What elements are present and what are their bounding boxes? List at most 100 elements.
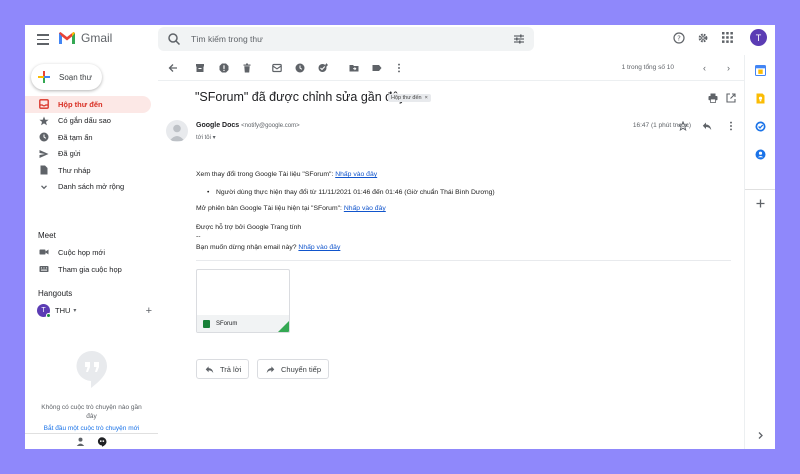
no-chats-panel: Không có cuộc trò chuyện nào gần đây Bắt… xyxy=(25,350,158,432)
tasks-icon[interactable] xyxy=(755,121,766,132)
clock-icon xyxy=(39,132,49,142)
add-chat-icon[interactable]: + xyxy=(146,305,152,317)
search-options-icon[interactable] xyxy=(513,33,525,45)
unsubscribe-link[interactable]: Nhấp vào đây xyxy=(298,244,340,251)
sidebar-item-snoozed[interactable]: Đã tạm ẩn xyxy=(25,129,151,146)
reply-label: Trả lời xyxy=(220,364,242,374)
gmail-window: Gmail Tìm kiếm trong thư ? T Soạn thư Hộ… xyxy=(25,25,775,449)
rail-divider xyxy=(745,189,775,190)
body-text: Xem thay đổi trong Google Tài liệu "SFor… xyxy=(196,171,336,178)
online-status-dot xyxy=(46,313,51,318)
start-chat-link[interactable]: Bắt đầu một cuộc trò chuyện mới xyxy=(25,425,158,432)
pager-text: 1 trong tổng số 10 xyxy=(621,64,674,71)
hangouts-icon[interactable] xyxy=(97,436,107,447)
delete-trash-icon[interactable] xyxy=(242,63,252,73)
attachment-footer: SForum xyxy=(197,315,289,332)
star-icon[interactable] xyxy=(678,121,688,131)
send-icon xyxy=(39,149,49,159)
nav-list: Hộp thư đến Có gắn dấu sao Đã tạm ẩn Đã … xyxy=(25,96,151,195)
chevron-right-icon[interactable]: › xyxy=(727,63,730,73)
caret-down-icon[interactable]: ▾ xyxy=(213,135,216,141)
hangouts-section-title: Hangouts xyxy=(38,289,73,298)
body-line-view-changes: Xem thay đổi trong Google Tài liệu "SFor… xyxy=(196,171,377,178)
compose-label: Soạn thư xyxy=(59,72,92,82)
hangouts-user-avatar: T xyxy=(37,304,51,318)
caret-down-icon[interactable]: ▾ xyxy=(73,307,76,314)
move-to-folder-icon[interactable] xyxy=(349,63,359,73)
chevron-right-icon[interactable] xyxy=(755,430,766,441)
contacts-icon[interactable] xyxy=(755,149,766,160)
calendar-icon[interactable] xyxy=(755,65,766,76)
gmail-logo[interactable]: Gmail xyxy=(58,31,112,45)
print-icon[interactable] xyxy=(708,93,718,103)
meet-join-meeting[interactable]: Tham gia cuộc họp xyxy=(25,261,151,277)
person-icon[interactable] xyxy=(76,437,85,446)
top-right-actions: ? T xyxy=(672,29,767,46)
more-vert-icon[interactable] xyxy=(394,63,404,73)
inbox-label-chip[interactable]: Hộp thư đến × xyxy=(388,94,431,102)
signature-separator: -- xyxy=(196,233,201,240)
compose-button[interactable]: Soạn thư xyxy=(31,64,102,90)
account-avatar[interactable]: T xyxy=(750,29,767,46)
mark-unread-icon[interactable] xyxy=(272,63,282,73)
message-toolbar: 1 trong tổng số 10 ‹ › xyxy=(158,55,744,81)
forward-button[interactable]: Chuyển tiếp xyxy=(257,359,329,379)
sidebar-item-label: Hộp thư đến xyxy=(58,99,103,109)
body-text: Mở phiên bản Google Tài liệu hiện tại "S… xyxy=(196,205,344,212)
sender-email: <notify@google.com> xyxy=(241,123,300,129)
reply-icon[interactable] xyxy=(702,121,712,131)
forward-label: Chuyển tiếp xyxy=(281,364,322,374)
sidebar-item-label: Đã gửi xyxy=(58,149,81,159)
attachment-card[interactable]: SForum xyxy=(196,269,290,333)
app-name: Gmail xyxy=(81,31,113,45)
sidebar-footer xyxy=(25,433,158,449)
sidebar-item-label: Đã tạm ẩn xyxy=(58,132,93,142)
sidebar-item-sent[interactable]: Đã gửi xyxy=(25,146,151,163)
meet-item-label: Tham gia cuộc họp xyxy=(58,264,122,274)
body-line-open-doc: Mở phiên bản Google Tài liệu hiện tại "S… xyxy=(196,205,386,212)
help-icon[interactable]: ? xyxy=(672,31,686,45)
open-new-window-icon[interactable] xyxy=(726,93,736,103)
search-icon[interactable] xyxy=(167,32,181,46)
hangouts-quote-icon xyxy=(75,350,107,388)
more-vert-icon[interactable] xyxy=(726,121,736,131)
search-input[interactable]: Tìm kiếm trong thư xyxy=(191,34,513,44)
sidebar-item-label: Có gắn dấu sao xyxy=(58,116,111,126)
hangouts-user[interactable]: T THU ▾ + xyxy=(37,304,152,318)
add-task-icon[interactable] xyxy=(318,63,328,73)
gmail-m-icon xyxy=(59,32,75,44)
sidebar-item-label: Danh sách mở rộng xyxy=(58,182,125,192)
recipient-line[interactable]: tới tôi ▾ xyxy=(196,134,216,141)
meet-item-label: Cuộc họp mới xyxy=(58,247,106,257)
sidebar-item-inbox[interactable]: Hộp thư đến xyxy=(25,96,151,113)
archive-icon[interactable] xyxy=(195,63,205,73)
sidebar: Soạn thư Hộp thư đến Có gắn dấu sao Đã t… xyxy=(25,55,158,449)
attachment-name: SForum xyxy=(216,320,238,327)
meet-new-meeting[interactable]: Cuộc họp mới xyxy=(25,244,151,260)
side-panel-rail xyxy=(744,55,775,449)
back-arrow-icon[interactable] xyxy=(168,63,178,73)
plus-icon xyxy=(38,71,50,83)
apps-grid-icon[interactable] xyxy=(720,31,734,45)
inbox-icon xyxy=(39,99,49,110)
label-icon[interactable] xyxy=(372,63,382,73)
sidebar-item-drafts[interactable]: Thư nháp xyxy=(25,162,151,179)
sidebar-item-more[interactable]: Danh sách mở rộng xyxy=(25,179,151,196)
search-bar[interactable]: Tìm kiếm trong thư xyxy=(158,27,534,51)
keep-icon[interactable] xyxy=(755,93,766,104)
add-addon-icon[interactable] xyxy=(755,198,766,209)
sender-name[interactable]: Google Docs xyxy=(196,122,239,129)
remove-label-icon[interactable]: × xyxy=(425,95,428,101)
main-menu-icon[interactable] xyxy=(37,34,49,46)
star-icon xyxy=(39,116,49,126)
sender-line: Google Docs <notify@google.com> xyxy=(196,122,300,129)
sidebar-item-starred[interactable]: Có gắn dấu sao xyxy=(25,113,151,130)
snooze-clock-icon[interactable] xyxy=(295,63,305,73)
svg-text:?: ? xyxy=(677,34,681,42)
view-changes-link[interactable]: Nhấp vào đây xyxy=(335,171,377,178)
report-spam-icon[interactable] xyxy=(219,63,229,73)
reply-button[interactable]: Trả lời xyxy=(196,359,249,379)
settings-gear-icon[interactable] xyxy=(696,31,710,45)
open-doc-link[interactable]: Nhấp vào đây xyxy=(344,205,386,212)
chevron-left-icon[interactable]: ‹ xyxy=(703,63,706,73)
